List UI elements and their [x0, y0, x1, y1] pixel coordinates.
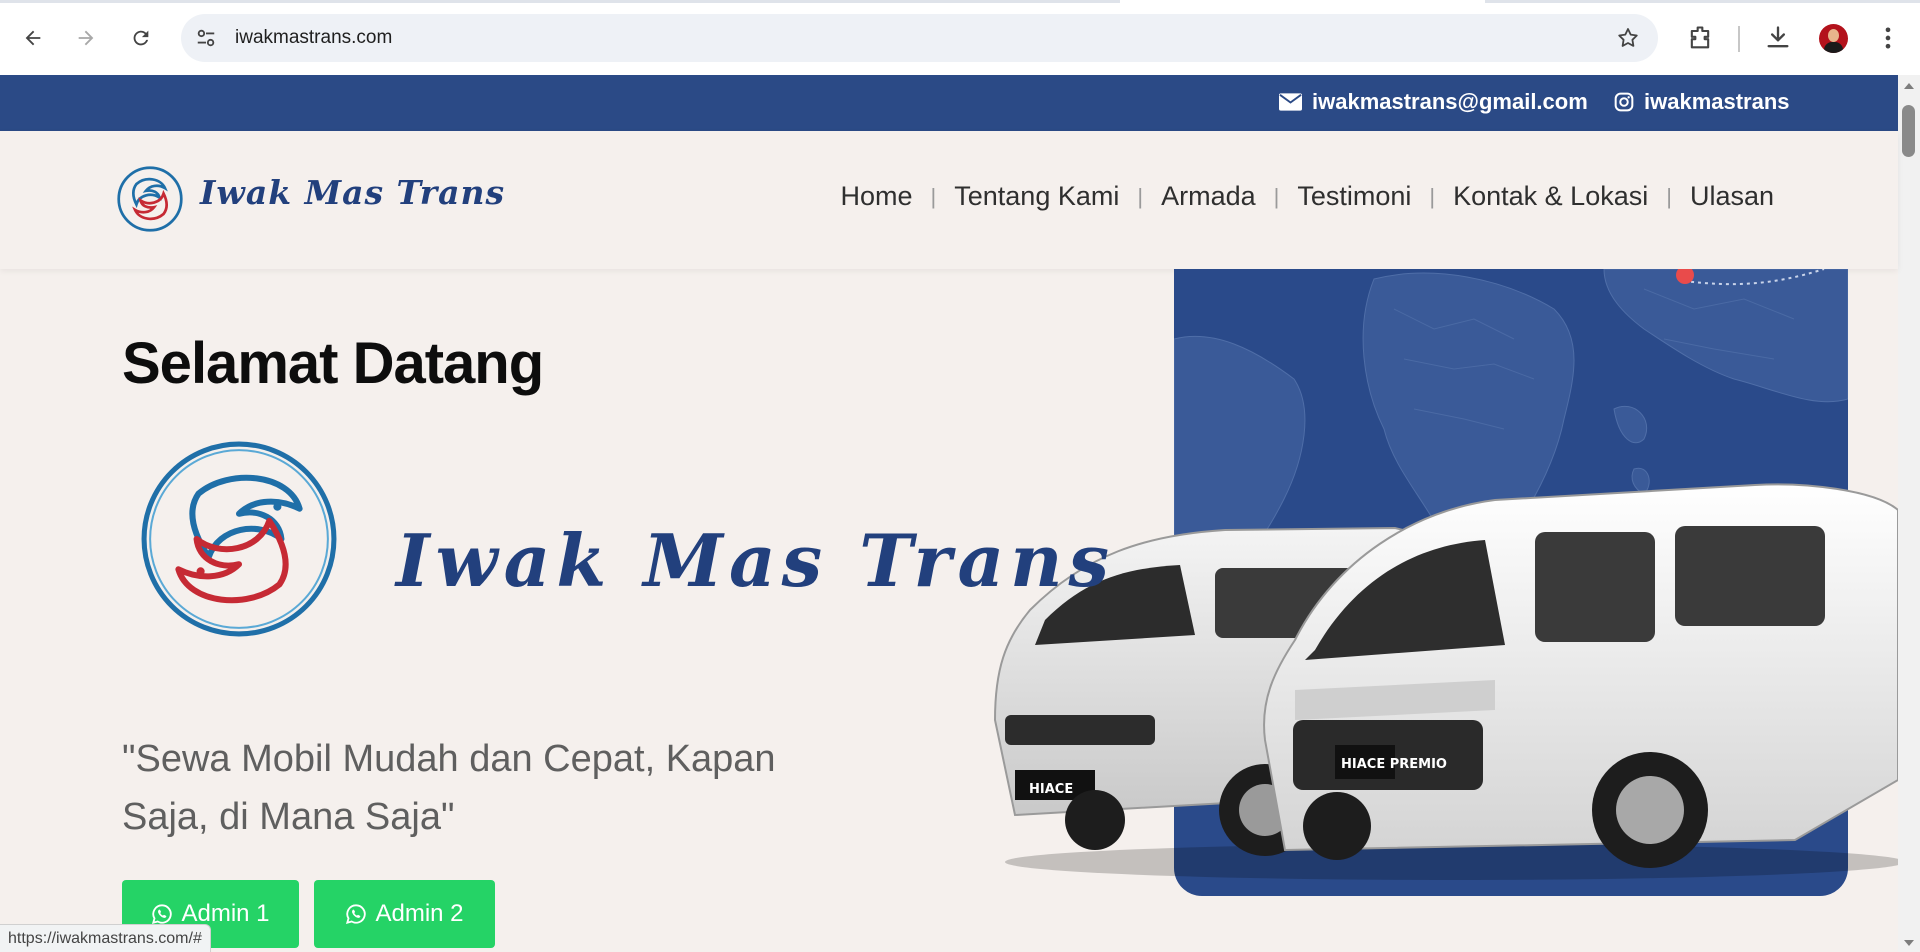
url-text[interactable]: iwakmastrans.com: [235, 27, 392, 49]
whatsapp-icon: [152, 904, 173, 925]
bookmark-star-icon[interactable]: [1616, 26, 1640, 50]
profile-avatar[interactable]: [1819, 24, 1848, 53]
extensions-icon[interactable]: [1686, 24, 1714, 52]
back-button[interactable]: [14, 19, 52, 57]
main-nav: Home | Tentang Kami | Armada | Testimoni…: [841, 181, 1775, 212]
van-front-badge: HIACE PREMIO: [1341, 757, 1447, 772]
hero-title: Selamat Datang: [122, 331, 544, 396]
nav-testimoni[interactable]: Testimoni: [1297, 181, 1411, 212]
nav-separator: |: [1666, 183, 1672, 209]
address-bar[interactable]: iwakmastrans.com: [181, 14, 1658, 62]
nav-separator: |: [930, 183, 937, 209]
back-icon: [25, 30, 41, 46]
reload-icon: [133, 30, 149, 46]
nav-separator: |: [1429, 183, 1436, 209]
hero-brand-logo: [141, 441, 337, 637]
brand-name-small[interactable]: Iwak Mas Trans: [200, 173, 505, 212]
email-link[interactable]: iwakmastrans@gmail.com: [1279, 89, 1588, 115]
hero-brand-name: Iwak Mas Trans: [396, 518, 1116, 603]
reload-button[interactable]: [122, 19, 160, 57]
tab-strip: [0, 0, 1920, 3]
whatsapp-icon: [346, 904, 367, 925]
download-icon[interactable]: [1764, 24, 1792, 52]
page-scrollbar[interactable]: [1898, 75, 1920, 952]
link-status-bubble: https://iwakmastrans.com/#: [0, 924, 211, 952]
admin-2-button[interactable]: Admin 2: [314, 880, 495, 948]
contact-topbar: iwakmastrans@gmail.com iwakmastrans: [0, 75, 1898, 131]
instagram-icon: [1614, 92, 1634, 112]
nav-home[interactable]: Home: [841, 181, 913, 212]
admin-2-label: Admin 2: [375, 900, 464, 927]
scroll-up-icon[interactable]: [1904, 83, 1914, 89]
more-menu-icon[interactable]: [1874, 24, 1902, 52]
scrollbar-thumb[interactable]: [1902, 105, 1915, 157]
instagram-text: iwakmastrans: [1644, 89, 1790, 114]
hero-tagline: "Sewa Mobil Mudah dan Cepat, Kapan Saja,…: [122, 738, 776, 838]
forward-button[interactable]: [67, 19, 105, 57]
nav-armada[interactable]: Armada: [1161, 181, 1256, 212]
toolbar-divider: [1738, 26, 1740, 52]
nav-tentang-kami[interactable]: Tentang Kami: [954, 181, 1119, 212]
instagram-link[interactable]: iwakmastrans: [1614, 89, 1790, 115]
nav-ulasan[interactable]: Ulasan: [1690, 181, 1774, 212]
active-tab[interactable]: [1120, 0, 1485, 3]
van-back-badge: HIACE: [1029, 782, 1073, 797]
email-text: iwakmastrans@gmail.com: [1312, 89, 1588, 114]
forward-icon: [78, 30, 94, 46]
site-header: Iwak Mas Trans Home | Tentang Kami | Arm…: [0, 131, 1898, 269]
nav-separator: |: [1273, 183, 1280, 209]
envelope-icon: [1279, 93, 1302, 111]
nav-kontak-lokasi[interactable]: Kontak & Lokasi: [1453, 181, 1648, 212]
browser-toolbar: iwakmastrans.com: [0, 0, 1920, 75]
nav-separator: |: [1137, 183, 1144, 209]
brand-logo-small[interactable]: [116, 165, 184, 233]
site-settings-icon[interactable]: [195, 27, 217, 49]
scroll-down-icon[interactable]: [1904, 940, 1914, 946]
